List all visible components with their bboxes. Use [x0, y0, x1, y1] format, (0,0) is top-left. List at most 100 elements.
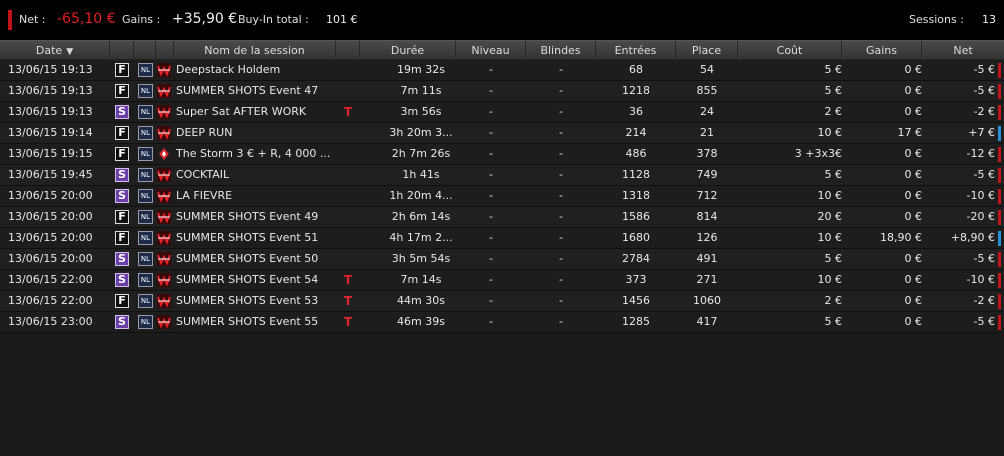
session-entries: 1318	[622, 189, 650, 202]
game-type-badge: NL	[138, 315, 153, 329]
session-gains: 0 €	[904, 168, 923, 181]
session-gains: 0 €	[904, 105, 923, 118]
table-row[interactable]: 13/06/15 20:00 S NL LA FIEVRE 1h 20m 4... - -1…	[0, 186, 1004, 207]
table-row[interactable]: 13/06/15 19:13 F NL Deepstack Holdem 19m 32s…	[0, 60, 1004, 81]
column-header-place[interactable]: Place	[676, 41, 738, 60]
session-gains: 0 €	[904, 210, 923, 223]
column-header-type[interactable]	[110, 41, 134, 60]
column-header-room[interactable]	[156, 41, 174, 60]
ticket-marker	[341, 60, 355, 80]
session-entries: 2784	[622, 252, 650, 265]
session-level: -	[489, 105, 493, 118]
column-header-date[interactable]: Date ▼	[0, 41, 110, 60]
session-type-badge: S	[115, 273, 129, 287]
session-gains: 17 €	[897, 126, 923, 139]
column-header-net[interactable]: Net	[922, 41, 1004, 60]
session-date: 13/06/15 23:00	[8, 315, 93, 328]
table-row[interactable]: 13/06/15 19:13 S NL Super Sat AFTER WORK T 3m…	[0, 102, 1004, 123]
column-header-entries[interactable]: Entrées	[596, 41, 676, 60]
session-place: 1060	[693, 294, 721, 307]
column-blinds-label: Blindes	[540, 44, 581, 57]
session-gains: 0 €	[904, 294, 923, 307]
session-net: -10 €	[966, 189, 995, 202]
session-entries: 373	[625, 273, 647, 286]
table-row[interactable]: 13/06/15 19:45 S NL COCKTAIL 1h 41s - -1128 749…	[0, 165, 1004, 186]
session-date: 13/06/15 22:00	[8, 273, 93, 286]
session-blinds: -	[559, 105, 563, 118]
column-header-level[interactable]: Niveau	[456, 41, 526, 60]
pokerstars-logo-icon	[157, 147, 171, 161]
room-logo-icon	[157, 210, 171, 224]
session-place: 24	[700, 105, 714, 118]
session-date: 13/06/15 20:00	[8, 231, 93, 244]
session-level: -	[489, 210, 493, 223]
session-net: +7 €	[968, 126, 995, 139]
session-type-badge: F	[115, 84, 129, 98]
column-header-gains[interactable]: Gains	[842, 41, 922, 60]
net-sign-indicator	[998, 168, 1001, 183]
column-header-blinds[interactable]: Blindes	[526, 41, 596, 60]
session-blinds: -	[559, 210, 563, 223]
table-row[interactable]: 13/06/15 20:00 F NL SUMMER SHOTS Event 51 4h…	[0, 228, 1004, 249]
table-row[interactable]: 13/06/15 20:00 F NL SUMMER SHOTS Event 49 2h…	[0, 207, 1004, 228]
table-row[interactable]: 13/06/15 19:15 F NL The Storm 3 € + R, 4 00…	[0, 144, 1004, 165]
column-duration-label: Durée	[390, 44, 425, 57]
session-blinds: -	[559, 168, 563, 181]
column-header-ticket[interactable]	[336, 41, 360, 60]
ticket-marker	[341, 249, 355, 269]
game-type-badge: NL	[138, 105, 153, 119]
session-type-badge: F	[115, 294, 129, 308]
table-row[interactable]: 13/06/15 23:00 S NL SUMMER SHOTS Event 55 T 4…	[0, 312, 1004, 333]
session-place: 712	[696, 189, 718, 202]
session-cost: 5 €	[824, 84, 843, 97]
session-level: -	[489, 84, 493, 97]
ticket-marker	[341, 228, 355, 248]
net-sign-indicator	[998, 189, 1001, 204]
table-row[interactable]: 13/06/15 22:00 S NL SUMMER SHOTS Event 54 T 7…	[0, 270, 1004, 291]
session-gains: 0 €	[904, 315, 923, 328]
room-logo-icon	[157, 189, 171, 203]
session-blinds: -	[559, 189, 563, 202]
game-type-badge: NL	[138, 252, 153, 266]
session-blinds: -	[559, 294, 563, 307]
game-type-badge: NL	[138, 273, 153, 287]
column-header-name[interactable]: Nom de la session	[174, 41, 336, 60]
session-gains: 0 €	[904, 147, 923, 160]
room-logo-icon	[157, 63, 171, 77]
session-level: -	[489, 126, 493, 139]
column-header-duration[interactable]: Durée	[360, 41, 456, 60]
table-row[interactable]: 13/06/15 22:00 F NL SUMMER SHOTS Event 53 T 4…	[0, 291, 1004, 312]
game-type-badge: NL	[138, 231, 153, 245]
column-cost-label: Coût	[776, 44, 803, 57]
session-entries: 1128	[622, 168, 650, 181]
session-net: -20 €	[966, 210, 995, 223]
column-header-cost[interactable]: Coût	[738, 41, 842, 60]
session-type-badge: S	[115, 168, 129, 182]
sessions-label: Sessions :	[909, 13, 964, 26]
session-name: COCKTAIL	[176, 168, 230, 181]
session-entries: 214	[625, 126, 647, 139]
game-type-badge: NL	[138, 168, 153, 182]
table-row[interactable]: 13/06/15 19:14 F NL DEEP RUN 3h 20m 3... - -21…	[0, 123, 1004, 144]
session-date: 13/06/15 19:14	[8, 126, 93, 139]
column-header-game[interactable]	[134, 41, 156, 60]
sessions-value: 13	[982, 13, 996, 26]
net-sign-indicator	[998, 126, 1001, 141]
session-gains: 0 €	[904, 84, 923, 97]
game-type-badge: NL	[138, 84, 153, 98]
session-blinds: -	[559, 126, 563, 139]
net-sign-indicator	[998, 252, 1001, 267]
table-row[interactable]: 13/06/15 19:13 F NL SUMMER SHOTS Event 47 7m…	[0, 81, 1004, 102]
session-net: -5 €	[973, 315, 995, 328]
session-date: 13/06/15 20:00	[8, 252, 93, 265]
table-header: Date ▼ Nom de la session Durée Niveau Bli…	[0, 40, 1004, 60]
session-net: -5 €	[973, 84, 995, 97]
session-name: SUMMER SHOTS Event 55	[176, 315, 319, 328]
session-type-badge: S	[115, 252, 129, 266]
table-row[interactable]: 13/06/15 20:00 S NL SUMMER SHOTS Event 50 3h…	[0, 249, 1004, 270]
sessions-table-body: 13/06/15 19:13 F NL Deepstack Holdem 19m 32s…	[0, 60, 1004, 333]
net-sign-indicator	[998, 63, 1001, 78]
session-date: 13/06/15 20:00	[8, 189, 93, 202]
session-level: -	[489, 231, 493, 244]
session-name: The Storm 3 € + R, 4 000 ...	[176, 147, 331, 160]
